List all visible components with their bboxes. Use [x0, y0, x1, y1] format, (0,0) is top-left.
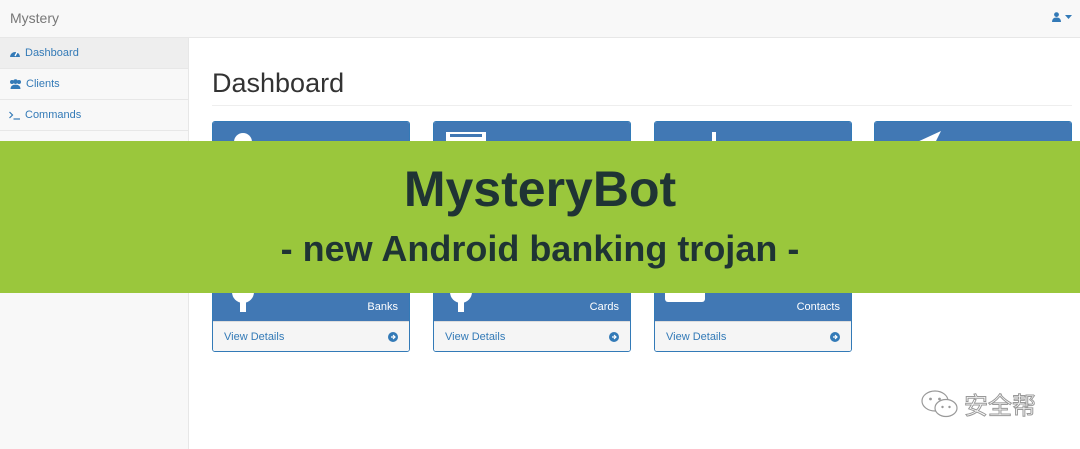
view-details-link[interactable]: View Details: [213, 321, 409, 351]
sidebar-item-label: Clients: [26, 78, 60, 90]
terminal-icon: [9, 111, 20, 120]
sidebar-item-commands[interactable]: Commands: [0, 100, 188, 131]
watermark-text: 安全帮: [964, 393, 1037, 421]
sidebar-item-dashboard[interactable]: Dashboard: [0, 38, 188, 69]
users-icon: [10, 79, 21, 89]
caret-down-icon: [1065, 14, 1072, 19]
page-title: Dashboard: [212, 68, 345, 98]
view-details-label: View Details: [445, 331, 506, 343]
user-menu[interactable]: [1052, 12, 1072, 22]
wechat-icon: [921, 389, 958, 417]
banner-title: MysteryBot: [403, 161, 677, 217]
title-divider: [212, 105, 1072, 106]
view-details-label: View Details: [224, 331, 285, 343]
arrow-circle-right-icon: [388, 332, 398, 342]
panel-label: Contacts: [796, 301, 840, 313]
dashboard-icon: [10, 51, 20, 57]
sidebar-item-clients[interactable]: Clients: [0, 69, 188, 100]
brand-name[interactable]: Mystery: [10, 10, 59, 26]
user-icon: [1052, 12, 1061, 22]
watermark: 安全帮: [920, 386, 1037, 421]
view-details-link[interactable]: View Details: [655, 321, 851, 351]
arrow-circle-right-icon: [830, 332, 840, 342]
arrow-circle-right-icon: [609, 332, 619, 342]
view-details-label: View Details: [666, 331, 727, 343]
banner-subtitle: - new Android banking trojan -: [280, 228, 800, 269]
sidebar-item-label: Commands: [25, 109, 82, 121]
view-details-link[interactable]: View Details: [434, 321, 630, 351]
panel-label: Banks: [367, 301, 398, 313]
sidebar-item-label: Dashboard: [25, 47, 79, 59]
panel-label: Cards: [589, 301, 619, 313]
top-navbar: Mystery: [0, 0, 1080, 38]
